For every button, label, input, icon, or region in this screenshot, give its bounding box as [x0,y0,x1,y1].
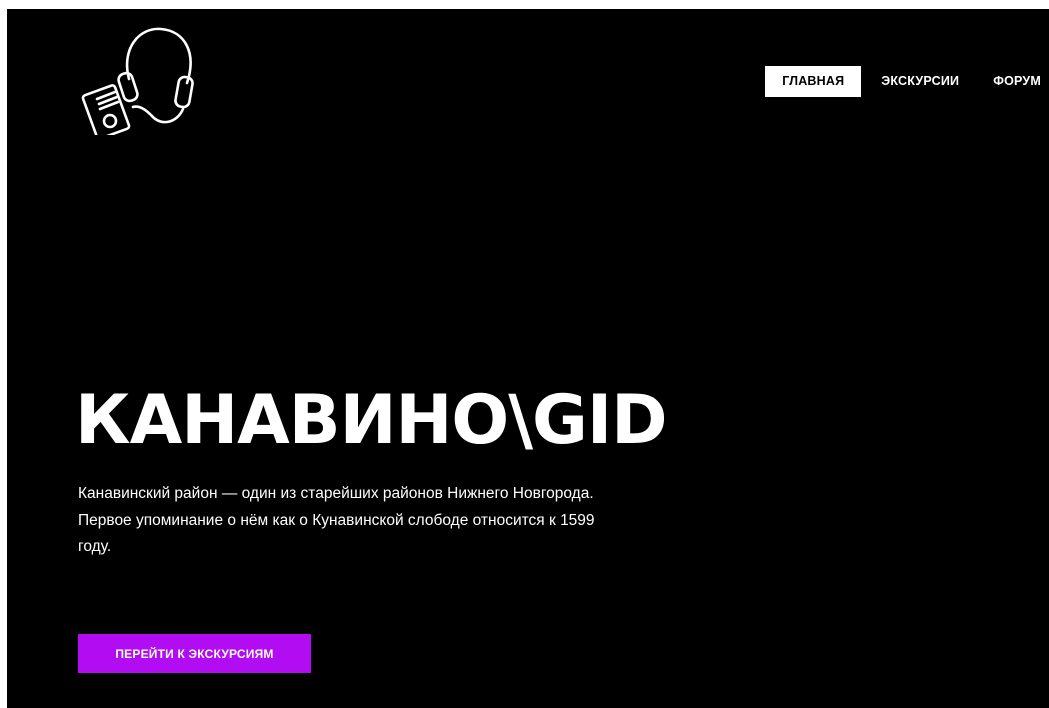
page: ГЛАВНАЯ ЭКСКУРСИИ ФОРУМ КАНАВИНО\GID Кан… [7,9,1049,708]
headphones-audio-player-icon [81,27,194,140]
site-logo[interactable] [77,23,201,140]
hero-title: КАНАВИНО\GID [75,381,668,460]
hero-description: Канавинский район — один из старейших ра… [78,485,595,555]
nav-excursions[interactable]: ЭКСКУРСИИ [873,66,967,97]
go-to-excursions-button[interactable]: ПЕРЕЙТИ К ЭКСКУРСИЯМ [78,634,311,673]
main-nav: ГЛАВНАЯ ЭКСКУРСИИ ФОРУМ [765,66,1049,97]
nav-home[interactable]: ГЛАВНАЯ [765,66,862,97]
nav-forum[interactable]: ФОРУМ [985,66,1049,97]
